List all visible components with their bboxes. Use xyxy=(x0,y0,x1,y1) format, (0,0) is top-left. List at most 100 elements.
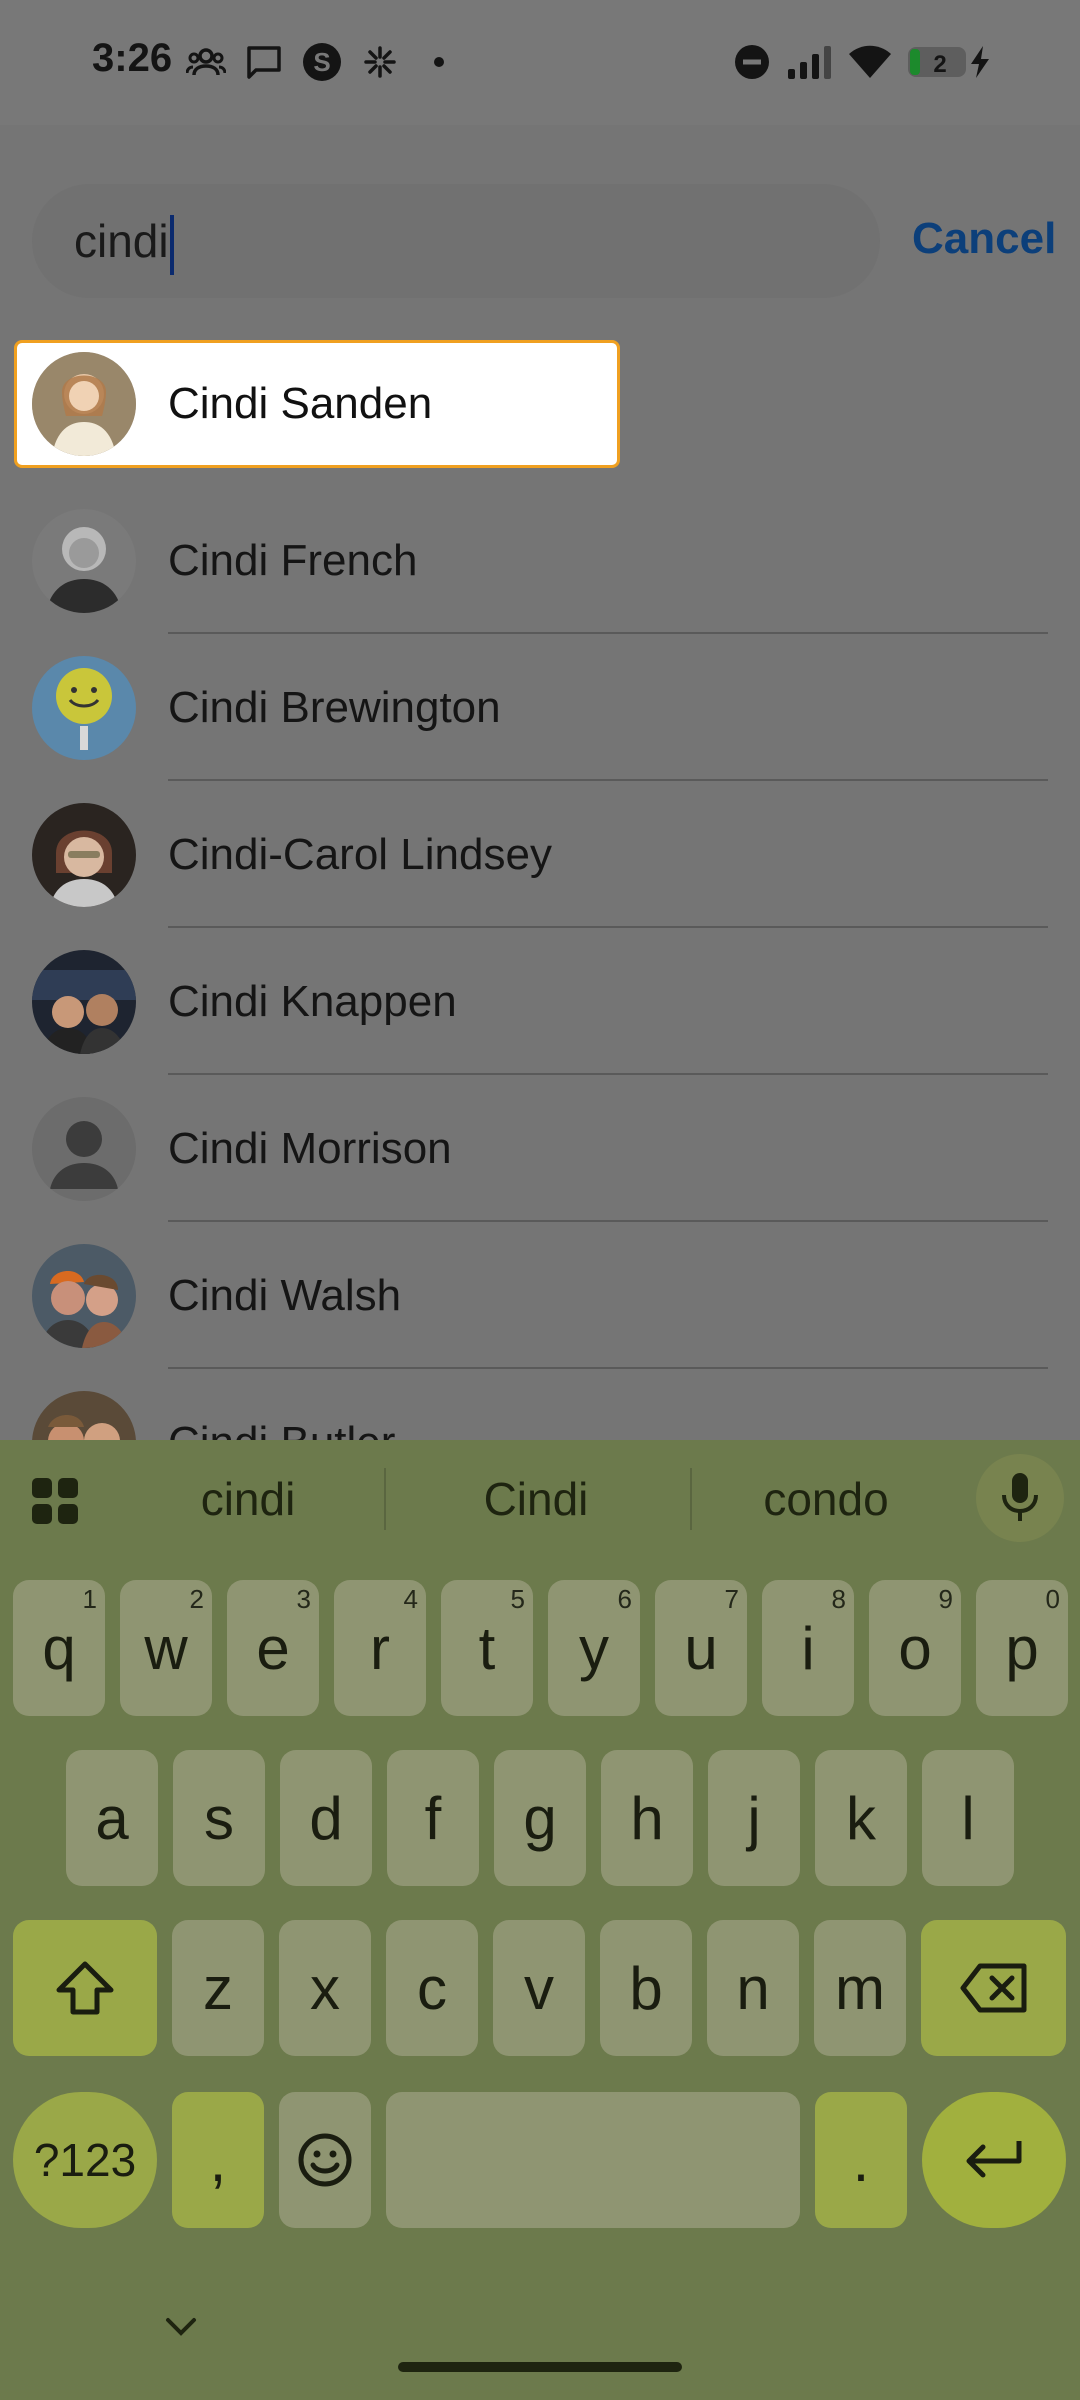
soft-keyboard: cindi Cindi condo 1q2w3e4r5t6y7u8i9o0p a… xyxy=(0,1440,1080,2400)
contact-avatar xyxy=(32,509,136,613)
key-label: i xyxy=(801,1614,815,1682)
contact-row-cindi-walsh[interactable]: Cindi Walsh xyxy=(0,1222,1080,1369)
suggestion-2[interactable]: Cindi xyxy=(416,1440,656,1558)
svg-text:2: 2 xyxy=(933,51,946,78)
svg-text:S: S xyxy=(313,47,330,77)
search-input[interactable]: cindi xyxy=(32,184,880,298)
enter-key[interactable] xyxy=(922,2092,1066,2228)
battery-icon: 2 xyxy=(906,40,972,84)
shift-key[interactable] xyxy=(13,1920,157,2056)
key-t[interactable]: 5t xyxy=(441,1580,533,1716)
emoji-key[interactable] xyxy=(279,2092,371,2228)
key-x[interactable]: x xyxy=(279,1920,371,2056)
contact-name: Cindi French xyxy=(168,536,418,585)
key-hint: 5 xyxy=(510,1584,525,1614)
key-hint: 1 xyxy=(82,1584,97,1614)
key-h[interactable]: h xyxy=(601,1750,693,1886)
people-icon xyxy=(184,40,228,84)
contact-name: Cindi Walsh xyxy=(168,1271,402,1320)
dnd-icon xyxy=(732,40,772,84)
contact-name: Cindi Sanden xyxy=(168,379,433,428)
key-label: y xyxy=(579,1614,609,1682)
charging-icon xyxy=(966,40,994,84)
status-bar: 3:26 S 2 xyxy=(0,0,1080,125)
contact-avatar xyxy=(32,656,136,760)
key-f[interactable]: f xyxy=(387,1750,479,1886)
message-icon xyxy=(244,40,284,84)
period-key[interactable]: . xyxy=(815,2092,907,2228)
dot-icon xyxy=(428,40,450,84)
contact-row-cindi-french[interactable]: Cindi French xyxy=(0,487,1080,634)
chevron-down-icon[interactable] xyxy=(164,2316,198,2343)
key-hint: 9 xyxy=(938,1584,953,1614)
key-hint: 7 xyxy=(724,1584,739,1614)
contact-name: Cindi-Carol Lindsey xyxy=(168,830,552,879)
contact-row-cindi-butler[interactable]: Cindi Butler xyxy=(0,1369,1080,1440)
key-v[interactable]: v xyxy=(493,1920,585,2056)
contact-row-cindi-brewington[interactable]: Cindi Brewington xyxy=(0,634,1080,781)
key-z[interactable]: z xyxy=(172,1920,264,2056)
status-time: 3:26 xyxy=(92,36,173,80)
cancel-button[interactable]: Cancel xyxy=(912,214,1056,264)
key-label: q xyxy=(42,1614,76,1682)
key-e[interactable]: 3e xyxy=(227,1580,319,1716)
space-key[interactable] xyxy=(386,2092,800,2228)
contact-row-cindi-morrison[interactable]: Cindi Morrison xyxy=(0,1075,1080,1222)
key-hint: 0 xyxy=(1045,1584,1060,1614)
contact-row-cindi-carol-lindsey[interactable]: Cindi-Carol Lindsey xyxy=(0,781,1080,928)
key-l[interactable]: l xyxy=(922,1750,1014,1886)
key-j[interactable]: j xyxy=(708,1750,800,1886)
suggestion-bar: cindi Cindi condo xyxy=(0,1440,1080,1558)
text-cursor xyxy=(169,214,174,275)
key-label: o xyxy=(898,1614,932,1682)
contact-results-list[interactable]: Cindi Sanden Cindi French Cindi Brewingt… xyxy=(0,340,1080,1440)
comma-key[interactable]: , xyxy=(172,2092,264,2228)
suggestion-1[interactable]: cindi xyxy=(128,1440,368,1558)
key-c[interactable]: c xyxy=(386,1920,478,2056)
key-label: e xyxy=(256,1614,290,1682)
key-o[interactable]: 9o xyxy=(869,1580,961,1716)
key-b[interactable]: b xyxy=(600,1920,692,2056)
key-d[interactable]: d xyxy=(280,1750,372,1886)
key-i[interactable]: 8i xyxy=(762,1580,854,1716)
key-r[interactable]: 4r xyxy=(334,1580,426,1716)
contact-avatar xyxy=(32,1391,136,1440)
key-label: u xyxy=(684,1614,718,1682)
signal-icon xyxy=(784,40,836,84)
apps-grid-icon[interactable] xyxy=(30,1476,80,1531)
key-p[interactable]: 0p xyxy=(976,1580,1068,1716)
suggestion-divider xyxy=(690,1468,692,1530)
contact-avatar xyxy=(32,803,136,907)
contact-name: Cindi Morrison xyxy=(168,1124,452,1173)
home-indicator[interactable] xyxy=(398,2362,682,2372)
key-k[interactable]: k xyxy=(815,1750,907,1886)
key-s[interactable]: s xyxy=(173,1750,265,1886)
asterisk-icon xyxy=(360,40,400,84)
key-label: p xyxy=(1005,1614,1039,1682)
contact-avatar xyxy=(32,1244,136,1348)
key-a[interactable]: a xyxy=(66,1750,158,1886)
contact-name: Cindi Brewington xyxy=(168,683,501,732)
suggestion-3[interactable]: condo xyxy=(706,1440,946,1558)
key-u[interactable]: 7u xyxy=(655,1580,747,1716)
key-hint: 2 xyxy=(189,1584,204,1614)
microphone-icon[interactable] xyxy=(976,1454,1064,1542)
key-label: w xyxy=(144,1614,188,1682)
search-query: cindi xyxy=(74,215,169,267)
suggestion-divider xyxy=(384,1468,386,1530)
contact-row-cindi-sanden[interactable]: Cindi Sanden xyxy=(0,340,1080,487)
key-g[interactable]: g xyxy=(494,1750,586,1886)
key-m[interactable]: m xyxy=(814,1920,906,2056)
symbols-key[interactable]: ?123 xyxy=(13,2092,157,2228)
contact-row-cindi-knappen[interactable]: Cindi Knappen xyxy=(0,928,1080,1075)
contact-avatar xyxy=(32,352,136,456)
key-w[interactable]: 2w xyxy=(120,1580,212,1716)
key-label: t xyxy=(478,1614,496,1682)
key-q[interactable]: 1q xyxy=(13,1580,105,1716)
key-hint: 4 xyxy=(403,1584,418,1614)
key-y[interactable]: 6y xyxy=(548,1580,640,1716)
key-label: r xyxy=(370,1614,390,1682)
s-app-icon: S xyxy=(300,40,344,84)
key-n[interactable]: n xyxy=(707,1920,799,2056)
backspace-key[interactable] xyxy=(921,1920,1066,2056)
